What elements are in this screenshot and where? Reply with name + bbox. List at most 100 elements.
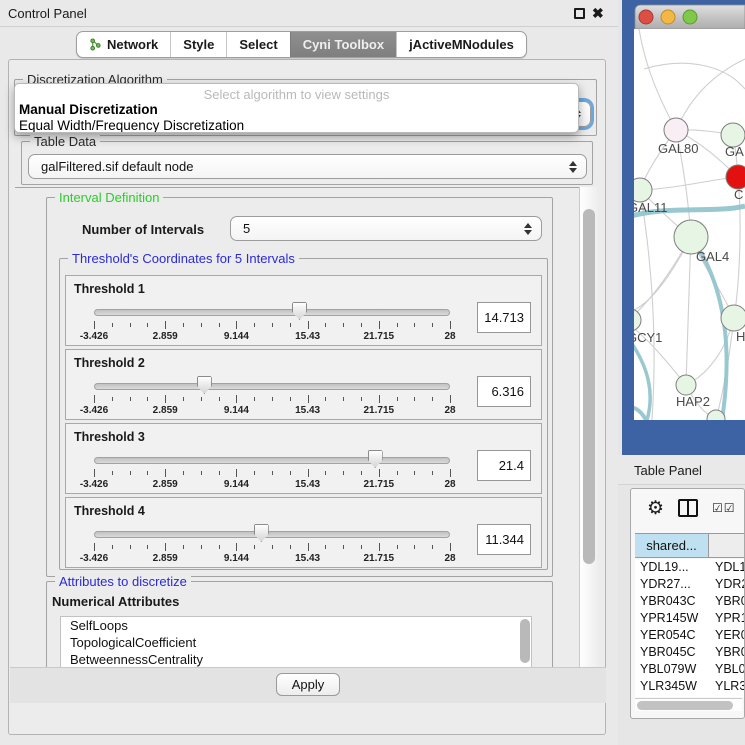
- ruler-tick: [432, 397, 433, 401]
- tab-jactivemnodules[interactable]: jActiveMNodules: [396, 32, 526, 57]
- settings-scrollbar-thumb[interactable]: [583, 209, 595, 564]
- threshold-2-slider-thumb[interactable]: [197, 376, 212, 394]
- table-panel-titlebar: Table Panel: [618, 455, 745, 485]
- table-row[interactable]: YIL052CYIL0...: [635, 695, 745, 697]
- cell-name[interactable]: YBR0...: [709, 593, 745, 610]
- ruler-tick: [147, 323, 148, 327]
- ruler-tick: [414, 471, 415, 475]
- network-view-window[interactable]: GAL80GAL11GAL4GCY1HAP2GACH: [622, 0, 745, 455]
- threshold-2-slider-track[interactable]: [94, 383, 450, 390]
- ruler-tick: [219, 471, 220, 475]
- cell-shared-name[interactable]: YBR045C: [635, 644, 709, 661]
- combo-spinner-icon: [519, 223, 537, 235]
- network-node-gal80[interactable]: [664, 118, 688, 142]
- threshold-4-value-field[interactable]: 11.344: [477, 524, 531, 555]
- number-of-intervals-combo[interactable]: 5: [230, 216, 542, 241]
- threshold-1-slider-thumb[interactable]: [292, 302, 307, 320]
- threshold-1-value-field[interactable]: 14.713: [477, 302, 531, 333]
- ruler-tick: [450, 469, 451, 477]
- ruler-tick-label: 2.859: [135, 405, 195, 416]
- table-row[interactable]: YBR045CYBR0...: [635, 644, 745, 661]
- ruler-tick: [183, 545, 184, 549]
- ruler-tick: [308, 395, 309, 403]
- cell-shared-name[interactable]: YER054C: [635, 627, 709, 644]
- settings-scrollbar-track[interactable]: [579, 187, 598, 668]
- cell-name[interactable]: YDR2...: [709, 576, 745, 593]
- threshold-1-slider-track[interactable]: [94, 309, 450, 316]
- cell-shared-name[interactable]: YLR345W: [635, 678, 709, 695]
- ruler-tick: [130, 323, 131, 327]
- tab-cyni-toolbox[interactable]: Cyni Toolbox: [290, 32, 396, 57]
- cell-shared-name[interactable]: YIL052C: [635, 695, 709, 697]
- threshold-2-value-field[interactable]: 6.316: [477, 376, 531, 407]
- threshold-3-slider-thumb[interactable]: [368, 450, 383, 468]
- attribute-item[interactable]: BetweennessCentrality: [61, 651, 531, 668]
- ruler-tick: [236, 395, 237, 403]
- cell-name[interactable]: YDL1...: [709, 559, 745, 576]
- ruler-tick: [361, 545, 362, 549]
- table-hscrollbar-track[interactable]: [635, 698, 742, 711]
- ruler-tick: [379, 469, 380, 477]
- threshold-4-slider-thumb[interactable]: [254, 524, 269, 542]
- threshold-3-slider-track[interactable]: [94, 457, 450, 464]
- network-node-h[interactable]: [721, 305, 745, 331]
- table-row[interactable]: YDR27...YDR2...: [635, 576, 745, 593]
- tab-network[interactable]: Network: [77, 32, 170, 57]
- numerical-attributes-list[interactable]: SelfLoopsTopologicalCoefficientBetweenne…: [60, 616, 532, 668]
- minimize-traffic-light-icon[interactable]: [661, 10, 675, 24]
- ruler-tick: [112, 323, 113, 327]
- dropdown-option-manual[interactable]: Manual Discretization: [15, 102, 578, 118]
- attribute-item[interactable]: TopologicalCoefficient: [61, 634, 531, 651]
- cell-name[interactable]: YER0...: [709, 627, 745, 644]
- cell-shared-name[interactable]: YDR27...: [635, 576, 709, 593]
- ruler-tick: [414, 323, 415, 327]
- column-layout-icon[interactable]: [678, 499, 698, 517]
- cell-shared-name[interactable]: YBL079W: [635, 661, 709, 678]
- column-header-name[interactable]: na...: [709, 534, 745, 557]
- attributes-scrollbar[interactable]: [520, 619, 530, 663]
- close-icon[interactable]: ✖: [592, 5, 604, 22]
- ruler-tick: [414, 397, 415, 401]
- table-hscrollbar-thumb[interactable]: [637, 701, 733, 710]
- thresholds-group-label: Threshold's Coordinates for 5 Intervals: [68, 251, 299, 266]
- threshold-3-value-field[interactable]: 21.4: [477, 450, 531, 481]
- cell-shared-name[interactable]: YPR145W: [635, 610, 709, 627]
- ruler-tick: [130, 471, 131, 475]
- table-row[interactable]: YPR145WYPR1...: [635, 610, 745, 627]
- attribute-item[interactable]: SelfLoops: [61, 617, 531, 634]
- cell-name[interactable]: YBL0...: [709, 661, 745, 678]
- network-node-hap2[interactable]: [676, 375, 696, 395]
- threshold-4-slider-track[interactable]: [94, 531, 450, 538]
- tab-select[interactable]: Select: [226, 32, 289, 57]
- network-node-c[interactable]: [726, 165, 745, 189]
- cell-shared-name[interactable]: YBR043C: [635, 593, 709, 610]
- node-label: GAL80: [658, 141, 698, 156]
- cell-name[interactable]: YPR1...: [709, 610, 745, 627]
- table-data-combo[interactable]: galFiltered.sif default node: [28, 154, 587, 179]
- close-traffic-light-icon[interactable]: [639, 10, 653, 24]
- column-header-shared-name[interactable]: shared...: [635, 534, 709, 557]
- table-body[interactable]: YDL19...YDL1...YDR27...YDR2...YBR043CYBR…: [635, 559, 745, 697]
- network-icon: [89, 38, 102, 51]
- table-row[interactable]: YDL19...YDL1...: [635, 559, 745, 576]
- ruler-tick: [94, 395, 95, 403]
- zoom-traffic-light-icon[interactable]: [683, 10, 697, 24]
- ruler-tick: [325, 471, 326, 475]
- ruler-tick: [130, 545, 131, 549]
- cell-shared-name[interactable]: YDL19...: [635, 559, 709, 576]
- cell-name[interactable]: YBR0...: [709, 644, 745, 661]
- tab-style[interactable]: Style: [170, 32, 226, 57]
- table-row[interactable]: YBL079WYBL0...: [635, 661, 745, 678]
- ruler-tick: [397, 545, 398, 549]
- cell-name[interactable]: YIL0...: [709, 695, 745, 697]
- gear-icon[interactable]: ⚙: [647, 499, 664, 518]
- select-columns-icon[interactable]: ☑☑: [712, 501, 736, 515]
- apply-button[interactable]: Apply: [276, 673, 340, 696]
- table-row[interactable]: YER054CYER0...: [635, 627, 745, 644]
- cell-name[interactable]: YLR3...: [709, 678, 745, 695]
- table-panel-title: Table Panel: [634, 463, 702, 478]
- float-window-icon[interactable]: [574, 8, 585, 19]
- table-row[interactable]: YBR043CYBR0...: [635, 593, 745, 610]
- table-row[interactable]: YLR345WYLR3...: [635, 678, 745, 695]
- dropdown-option-equal-width[interactable]: Equal Width/Frequency Discretization: [15, 118, 578, 133]
